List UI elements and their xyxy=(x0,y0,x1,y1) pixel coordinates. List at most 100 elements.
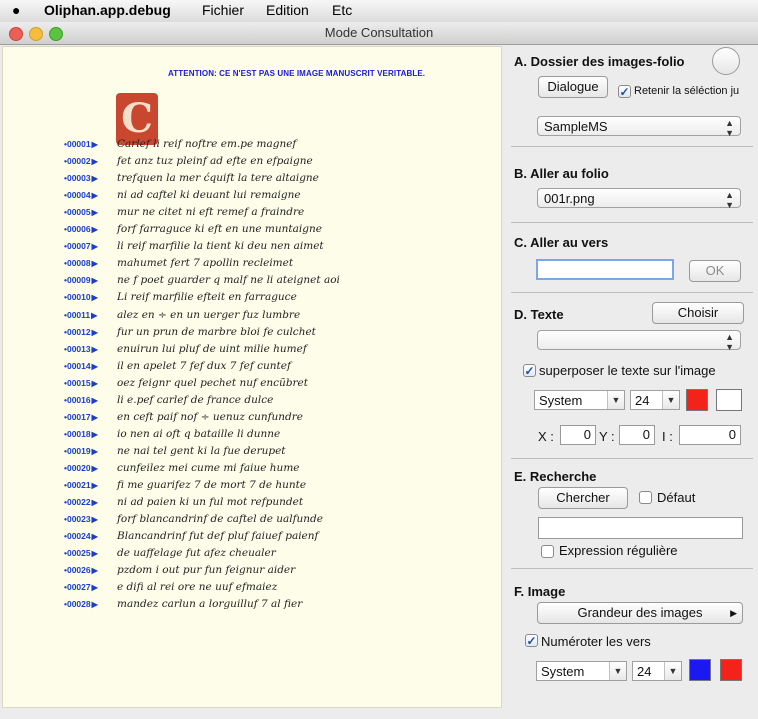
verse-line: de uaffelage fut afez cheualer xyxy=(117,547,276,559)
verse-number[interactable]: •00010▶ xyxy=(64,292,98,302)
verse-number[interactable]: •00015▶ xyxy=(64,378,98,388)
verse-number[interactable]: •00018▶ xyxy=(64,429,98,439)
verse-number[interactable]: •00006▶ xyxy=(64,224,98,234)
image-size-label: Grandeur des images xyxy=(577,605,703,620)
verse-line: pzdom i out pur fun feignur aider xyxy=(117,564,296,576)
verse-arrow-icon: ▶ xyxy=(91,157,98,166)
font-combo-value: System xyxy=(541,664,585,679)
number-color-swatch-blue[interactable] xyxy=(689,659,711,681)
menu-edition[interactable]: Edition xyxy=(266,2,309,18)
dropdown-arrow-icon[interactable]: ▼ xyxy=(607,391,624,409)
verse-number[interactable]: •00019▶ xyxy=(64,446,98,456)
verse-number[interactable]: •00001▶ xyxy=(64,139,98,149)
verse-number[interactable]: •00002▶ xyxy=(64,156,98,166)
window-titlebar: Mode Consultation xyxy=(0,22,758,45)
verse-arrow-icon: ▶ xyxy=(91,447,98,456)
manuscript-image-view[interactable]: ATTENTION: CE N'EST PAS UNE IMAGE MANUSC… xyxy=(2,46,502,708)
verse-number[interactable]: •00020▶ xyxy=(64,463,98,473)
overlay-text-label: superposer le texte sur l'image xyxy=(539,363,716,378)
image-size-button[interactable]: Grandeur des images ▶ xyxy=(537,602,743,624)
overlay-text-checkbox[interactable]: ✓ xyxy=(523,364,536,378)
verse-number[interactable]: •00022▶ xyxy=(64,497,98,507)
verse-number[interactable]: •00021▶ xyxy=(64,480,98,490)
verse-line: mandez carlun a lorguilluf 7 al fier xyxy=(117,598,303,610)
popup-arrows-icon: ▲ ▼ xyxy=(725,118,734,138)
i-field[interactable]: 0 xyxy=(679,425,741,445)
font-combo-value: System xyxy=(539,393,583,408)
verse-arrow-icon: ▶ xyxy=(91,379,98,388)
verse-number[interactable]: •00008▶ xyxy=(64,258,98,268)
verse-number[interactable]: •00027▶ xyxy=(64,582,98,592)
attention-notice: ATTENTION: CE N'EST PAS UNE IMAGE MANUSC… xyxy=(168,69,426,78)
verse-arrow-icon: ▶ xyxy=(91,396,98,405)
section-c-title: C. Aller au vers xyxy=(514,235,609,250)
search-button[interactable]: Chercher xyxy=(538,487,628,509)
verse-number[interactable]: •00011▶ xyxy=(64,310,97,320)
verse-arrow-icon: ▶ xyxy=(91,430,98,439)
text-popup[interactable]: ▲ ▼ xyxy=(537,330,741,352)
verse-number[interactable]: •00024▶ xyxy=(64,531,98,541)
verse-number[interactable]: •00017▶ xyxy=(64,412,98,422)
verse-arrow-icon: ▶ xyxy=(91,345,98,354)
verse-number[interactable]: •00003▶ xyxy=(64,173,98,183)
separator xyxy=(511,146,753,147)
verse-number[interactable]: •00025▶ xyxy=(64,548,98,558)
verse-line: fur un prun de marbre bloi fe culchet xyxy=(117,326,316,338)
section-e-title: E. Recherche xyxy=(514,469,597,484)
verse-number[interactable]: •00012▶ xyxy=(64,327,98,337)
app-menu[interactable]: Oliphan.app.debug xyxy=(44,2,171,18)
text-color-swatch-white[interactable] xyxy=(716,389,742,411)
search-input[interactable] xyxy=(538,517,743,539)
regex-checkbox[interactable] xyxy=(541,545,554,558)
size-combo-image[interactable]: 24 ▼ xyxy=(632,661,682,681)
verse-arrow-icon: ▶ xyxy=(91,498,98,507)
verse-line: il en apelet 7 fef dux 7 fef cuntef xyxy=(117,360,291,372)
verse-line: ni ad caftel ki deuant lui remaigne xyxy=(117,189,301,201)
verse-number[interactable]: •00026▶ xyxy=(64,565,98,575)
menu-etc[interactable]: Etc xyxy=(332,2,352,18)
text-color-swatch-red[interactable] xyxy=(686,389,708,411)
font-combo-text[interactable]: System ▼ xyxy=(534,390,625,410)
verse-number[interactable]: •00013▶ xyxy=(64,344,98,354)
ok-button[interactable]: OK xyxy=(689,260,741,282)
verse-number[interactable]: •00007▶ xyxy=(64,241,98,251)
section-b-title: B. Aller au folio xyxy=(514,166,609,181)
default-checkbox[interactable] xyxy=(639,491,652,504)
folio-popup-value: 001r.png xyxy=(544,191,595,206)
verse-number[interactable]: •00016▶ xyxy=(64,395,98,405)
verse-number[interactable]: •00023▶ xyxy=(64,514,98,524)
number-verses-checkbox[interactable]: ✓ xyxy=(525,634,538,648)
menu-fichier[interactable]: Fichier xyxy=(202,2,244,18)
verse-number[interactable]: •00009▶ xyxy=(64,275,98,285)
popup-arrows-icon: ▲ ▼ xyxy=(725,332,734,352)
folio-popup[interactable]: 001r.png ▲ ▼ xyxy=(537,188,741,210)
verse-line: fi me guarifez 7 de mort 7 de hunte xyxy=(117,479,307,491)
size-combo-value: 24 xyxy=(635,393,650,408)
verse-input[interactable] xyxy=(536,259,674,280)
help-button[interactable] xyxy=(712,47,740,75)
y-field[interactable]: 0 xyxy=(619,425,655,445)
verse-number[interactable]: •00014▶ xyxy=(64,361,98,371)
x-field[interactable]: 0 xyxy=(560,425,596,445)
choose-button[interactable]: Choisir xyxy=(652,302,744,324)
verse-number[interactable]: •00028▶ xyxy=(64,599,98,609)
folder-popup-value: SampleMS xyxy=(544,119,608,134)
verse-arrow-icon: ▶ xyxy=(91,464,98,473)
dialog-button[interactable]: Dialogue xyxy=(538,76,608,98)
verse-line: Blancandrinf fut def pluf faiuef paienf xyxy=(117,530,319,542)
verse-arrow-icon: ▶ xyxy=(91,481,98,490)
verse-line: mahumet fert 7 apollin recleimet xyxy=(117,257,294,269)
dropdown-arrow-icon[interactable]: ▼ xyxy=(664,662,681,680)
retain-selection-checkbox[interactable]: ✓ xyxy=(618,85,631,99)
verse-number[interactable]: •00005▶ xyxy=(64,207,98,217)
dropdown-arrow-icon[interactable]: ▼ xyxy=(662,391,679,409)
number-color-swatch-red[interactable] xyxy=(720,659,742,681)
verse-number[interactable]: •00004▶ xyxy=(64,190,98,200)
verse-line: mur ne citet ni eft remef a fraindre xyxy=(117,206,305,218)
dropdown-arrow-icon[interactable]: ▼ xyxy=(609,662,626,680)
folder-popup[interactable]: SampleMS ▲ ▼ xyxy=(537,116,741,138)
size-combo-value: 24 xyxy=(637,664,652,679)
apple-menu-icon[interactable]: ● xyxy=(12,2,20,18)
size-combo-text[interactable]: 24 ▼ xyxy=(630,390,680,410)
font-combo-image[interactable]: System ▼ xyxy=(536,661,627,681)
